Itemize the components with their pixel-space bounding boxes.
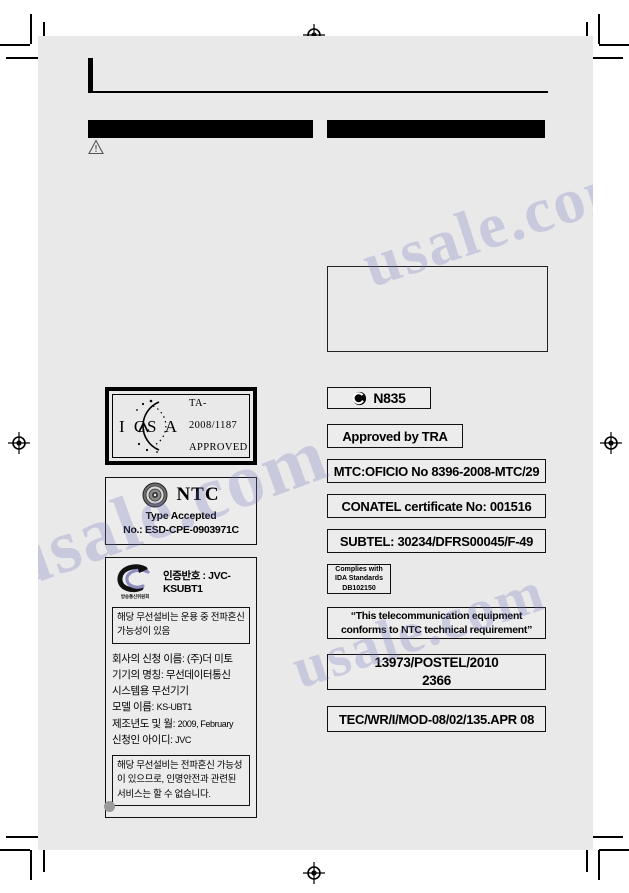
ntc-seal-icon (142, 482, 168, 508)
registration-target-icon (600, 432, 622, 454)
crop-mark (30, 850, 32, 880)
badge-tra: Approved by TRA (327, 424, 463, 448)
svg-text:I C: I C (119, 417, 148, 436)
kcc-mfg-value: 2009, February (177, 718, 234, 729)
icasa-certification-mark: I C S A TA-2008/1187 APPROVED (105, 387, 257, 465)
warning-triangle-icon (88, 139, 104, 155)
badge-ida-line3: DB102150 (342, 584, 376, 592)
badge-postel-line1: 13973/POSTEL/2010 (374, 655, 499, 671)
crop-mark (598, 14, 600, 44)
badge-ntc-requirement: “This telecommunication equipment confor… (327, 607, 546, 639)
kcc-mfg-line: 제조년도 및 월: 2009, February (112, 716, 250, 732)
title-accent-tick (88, 58, 93, 93)
kcc-model-value: KS-UBT1 (156, 702, 193, 713)
badge-postel-line2: 2366 (422, 673, 451, 688)
ntc-certification-mark: NTC Type Accepted No.: ESD-CPE-0903971C (105, 477, 257, 545)
badge-ida: Complies with IDA Standards DB102150 (327, 564, 391, 594)
kcc-company-line: 회사의 신청 이름: (주)더 미토 (112, 652, 233, 665)
crop-mark (6, 836, 38, 838)
kcc-applicant-label: 신청인 아이디: (112, 733, 173, 746)
kcc-certification-block: 방송통신위원회 인증반호 : JVC-KSUBT1 해당 무선설비는 운용 중 … (105, 557, 257, 818)
ntc-number: No.: ESD-CPE-0903971C (123, 524, 239, 536)
kcc-mfg-label: 제조년도 및 월: (112, 717, 176, 730)
badge-ida-line2: IDA Standards (335, 575, 383, 583)
kcc-device-line-1: 기기의 명칭: 무선데이터통신 (112, 668, 231, 681)
crop-mark (598, 850, 600, 880)
kcc-certificate-number: 인증반호 : JVC-KSUBT1 (163, 570, 231, 595)
kcc-applicant-line: 신청인 아이디: JVC (112, 732, 250, 748)
badge-conatel: CONATEL certificate No: 001516 (327, 494, 546, 518)
crop-mark (599, 849, 629, 851)
page-marker-dot (104, 801, 115, 812)
crop-mark (43, 850, 45, 872)
icasa-approved-label: APPROVED (189, 442, 248, 454)
badge-tec: TEC/WR/I/MOD-08/02/135.APR 08 (327, 706, 546, 732)
crop-mark (0, 849, 30, 851)
kcc-logo-caption: 방송통신위원회 (120, 594, 150, 599)
badge-postel: 13973/POSTEL/2010 2366 (327, 654, 546, 690)
badge-ida-line1: Complies with (335, 565, 383, 573)
ntc-title: NTC (176, 484, 220, 505)
registration-target-icon (303, 862, 325, 884)
crop-mark (0, 44, 30, 46)
svg-text:S A: S A (147, 417, 180, 436)
icasa-ta-number: TA-2008/1187 (189, 397, 238, 431)
kcc-model-line: 모델 이름: KS-UBT1 (112, 699, 250, 715)
registration-target-icon (8, 432, 30, 454)
title-underline (88, 91, 548, 93)
kcc-applicant-value: JVC (175, 734, 191, 745)
kcc-model-label: 모델 이름: (112, 701, 155, 714)
crop-mark (586, 850, 588, 872)
c-tick-icon (352, 391, 367, 406)
badge-subtel: SUBTEL: 30234/DFRS00045/F-49 (327, 529, 546, 553)
empty-framed-box (327, 266, 548, 352)
crop-mark (591, 836, 623, 838)
crop-mark (6, 57, 38, 59)
badge-n835-label: N835 (373, 390, 406, 406)
ntc-subtitle: Type Accepted (145, 510, 217, 522)
redacted-heading-left (88, 120, 313, 138)
icasa-logo: I C S A (113, 396, 189, 456)
document-page: usale.com usale.com usale.com I C S A TA… (38, 36, 593, 850)
kcc-logo (115, 563, 155, 593)
kcc-safety-warning: 해당 무선설비는 전파혼신 가능성이 있으므로, 인명안전과 관련된 서비스는 … (112, 755, 250, 806)
crop-mark (30, 14, 32, 44)
kcc-detail-list: 회사의 신청 이름: (주)더 미토 기기의 명칭: 무선데이터통신 시스템용 … (112, 651, 250, 749)
kcc-interference-notice: 해당 무선설비는 운용 중 전파혼신 가능성이 있음 (112, 607, 250, 644)
crop-mark (599, 44, 629, 46)
redacted-heading-right (327, 120, 545, 138)
badge-mtc: MTC:OFICIO No 8396-2008-MTC/29 (327, 459, 546, 483)
kcc-device-line-2: 시스템용 무선기기 (112, 685, 189, 698)
badge-n835: N835 (327, 387, 431, 409)
crop-mark (591, 57, 623, 59)
